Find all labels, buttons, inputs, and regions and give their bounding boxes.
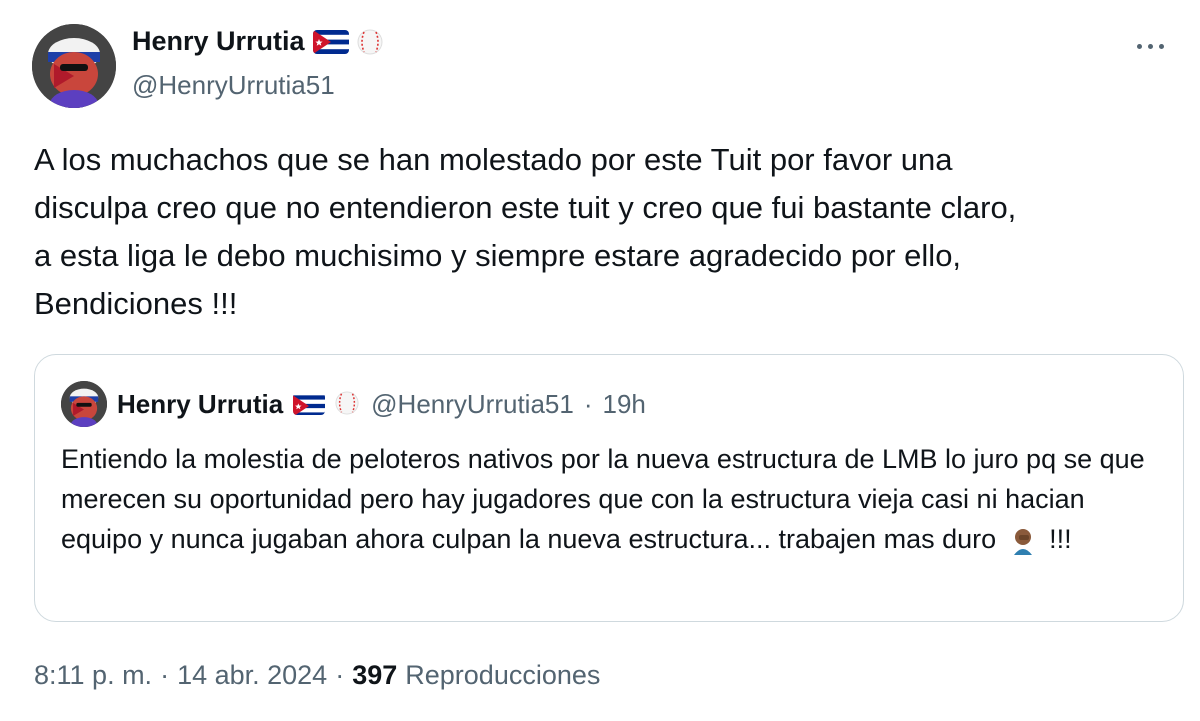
author-handle[interactable]: @HenryUrrutia51 (132, 70, 335, 101)
views-label: Reproducciones (405, 660, 601, 690)
tweet-date[interactable]: 14 abr. 2024 (177, 660, 327, 691)
meta-separator: · (160, 660, 170, 690)
tweet-card: Henry Urrutia @HenryUrrutia51 A los much… (0, 0, 1200, 721)
quote-avatar[interactable] (61, 381, 107, 427)
more-options-button[interactable] (1128, 30, 1172, 62)
quote-timestamp[interactable]: 19h (603, 389, 646, 420)
meta-separator: · (335, 660, 345, 690)
cuba-flag-icon (312, 29, 349, 54)
quote-avatar-image (61, 381, 107, 427)
baseball-icon (335, 391, 361, 417)
quoted-tweet[interactable]: Henry Urrutia @HenryUrrutia51 · 19h Enti… (34, 354, 1184, 622)
quote-text: Entiendo la molestia de peloteros nativo… (61, 439, 1161, 559)
cuba-flag-icon (293, 393, 326, 415)
quote-text-tail: !!! (1049, 524, 1072, 554)
author-display-name[interactable]: Henry Urrutia (132, 26, 305, 57)
views-count: 397 (352, 660, 398, 690)
baseball-icon (357, 29, 383, 55)
tweet-text: A los muchachos que se han molestado por… (34, 142, 1017, 321)
tweet-time[interactable]: 8:11 p. m. (34, 660, 152, 691)
more-dot-icon (1158, 43, 1164, 49)
quote-display-name: Henry Urrutia (117, 388, 284, 419)
quote-handle: @HenryUrrutia51 (371, 388, 574, 419)
quote-text-main: Entiendo la molestia de peloteros nativo… (61, 444, 1145, 554)
more-dot-icon (1147, 43, 1153, 49)
more-dot-icon (1136, 43, 1142, 49)
author-name-row[interactable]: Henry Urrutia (132, 26, 383, 57)
quote-separator: · (583, 388, 593, 419)
tweet-meta: 8:11 p. m. · 14 abr. 2024 · 397 Reproduc… (34, 660, 600, 691)
quote-header: Henry Urrutia @HenryUrrutia51 · 19h (61, 381, 646, 427)
author-avatar[interactable] (32, 24, 116, 108)
avatar-image (32, 24, 116, 108)
facepalm-emoji-icon (1008, 526, 1038, 556)
